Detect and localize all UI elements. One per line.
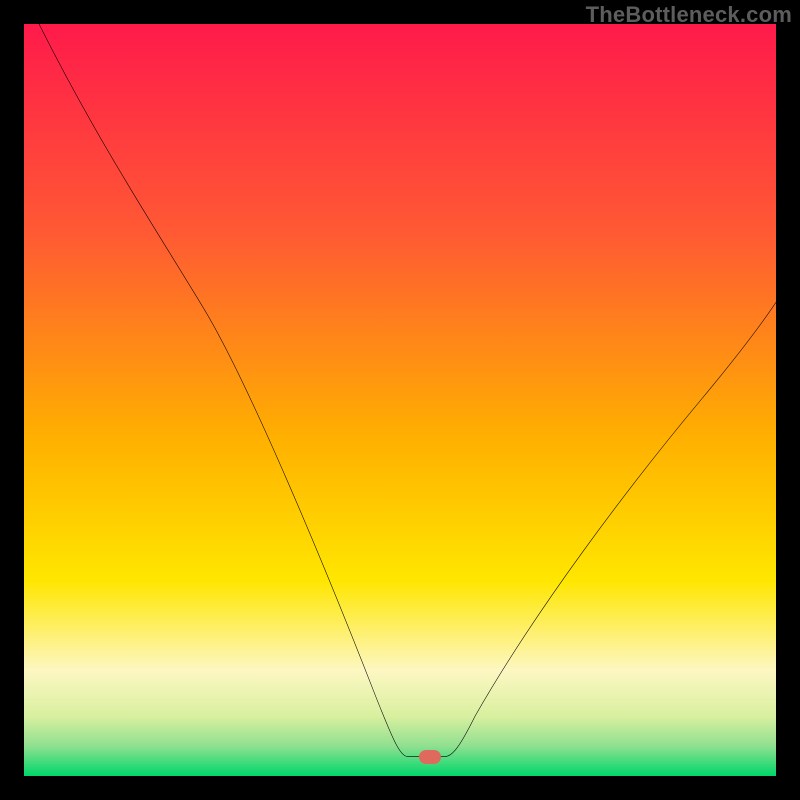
attribution-text: TheBottleneck.com <box>586 2 792 28</box>
bottleneck-curve <box>24 24 776 776</box>
curve-path <box>39 24 776 756</box>
optimal-marker <box>419 750 441 764</box>
chart-frame: TheBottleneck.com <box>0 0 800 800</box>
plot-area <box>24 24 776 776</box>
